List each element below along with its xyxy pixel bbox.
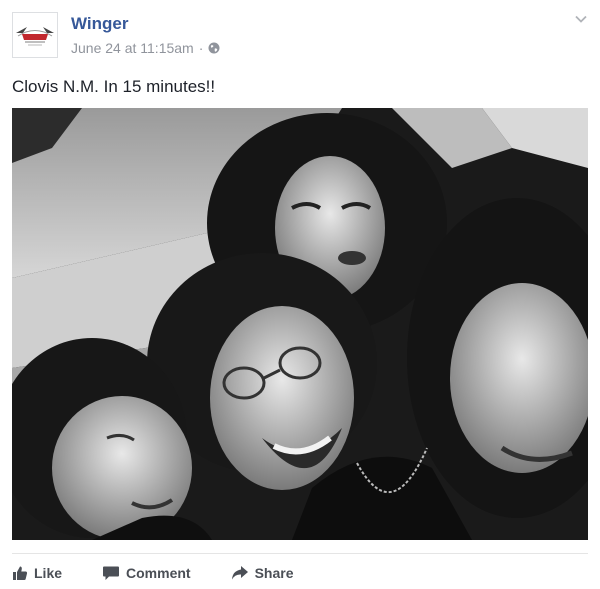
share-arrow-icon bbox=[231, 566, 248, 580]
like-label: Like bbox=[34, 565, 63, 581]
winger-logo-icon bbox=[13, 13, 57, 57]
comment-button[interactable]: Comment bbox=[102, 565, 191, 581]
band-selfie-photo bbox=[12, 108, 588, 540]
post-actions-bar: Like Comment Share bbox=[12, 562, 334, 584]
globe-icon[interactable] bbox=[208, 42, 220, 54]
share-button[interactable]: Share bbox=[231, 565, 294, 581]
chevron-down-icon[interactable] bbox=[574, 12, 588, 26]
thumbs-up-icon bbox=[13, 566, 28, 580]
post-meta: June 24 at 11:15am · bbox=[71, 40, 220, 56]
post-photo[interactable] bbox=[12, 108, 588, 540]
post-card: Winger June 24 at 11:15am · Clovis N.M. … bbox=[0, 0, 600, 589]
page-name-link[interactable]: Winger bbox=[71, 14, 128, 34]
post-text: Clovis N.M. In 15 minutes!! bbox=[12, 77, 216, 96]
post-timestamp[interactable]: June 24 at 11:15am bbox=[71, 40, 194, 56]
like-button[interactable]: Like bbox=[12, 565, 62, 581]
page-avatar[interactable] bbox=[12, 12, 58, 58]
comment-icon bbox=[103, 566, 120, 580]
share-label: Share bbox=[254, 565, 294, 581]
comment-label: Comment bbox=[126, 565, 191, 581]
actions-divider bbox=[12, 553, 588, 554]
meta-separator: · bbox=[198, 40, 204, 56]
